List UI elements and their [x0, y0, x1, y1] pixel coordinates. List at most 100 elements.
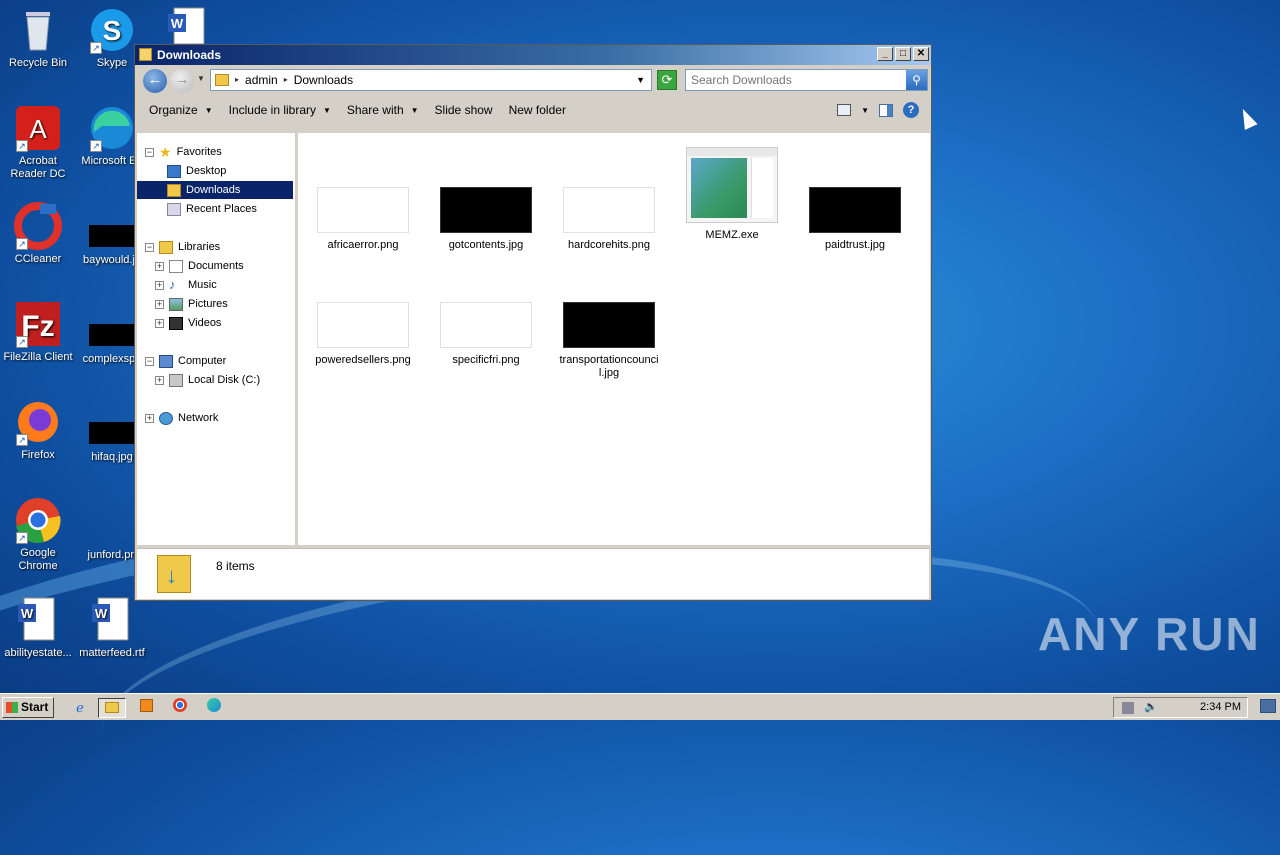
- word-document-icon: W: [88, 596, 136, 644]
- address-dropdown-icon[interactable]: ▼: [636, 70, 645, 90]
- file-item[interactable]: hardcorehits.png: [554, 187, 664, 252]
- tree-item-recent-places[interactable]: Recent Places: [167, 200, 257, 218]
- tree-item-local-disk[interactable]: + Local Disk (C:): [155, 371, 260, 389]
- breadcrumb-admin[interactable]: admin: [245, 70, 278, 90]
- image-file-icon: [89, 520, 135, 542]
- tree-item-computer[interactable]: − Computer: [145, 352, 226, 370]
- chevron-down-icon: ▼: [204, 105, 213, 115]
- file-name: hardcorehits.png: [568, 239, 650, 251]
- desktop-icon-label: Acrobat Reader DC: [10, 155, 66, 180]
- breadcrumb-downloads[interactable]: Downloads: [294, 70, 353, 90]
- collapse-icon[interactable]: −: [145, 356, 154, 366]
- new-folder-button[interactable]: New folder: [501, 103, 574, 117]
- desktop-icon-recycle-bin[interactable]: Recycle Bin: [0, 6, 76, 70]
- collapse-icon[interactable]: −: [145, 147, 154, 157]
- desktop-icon-abilityestate[interactable]: W abilityestate...: [0, 596, 76, 660]
- chrome-icon[interactable]: [166, 698, 194, 718]
- expand-icon[interactable]: +: [155, 299, 164, 309]
- preview-pane-icon[interactable]: [879, 103, 893, 117]
- tree-item-desktop[interactable]: Desktop: [167, 162, 226, 180]
- maximize-button[interactable]: □: [895, 47, 911, 61]
- file-name: transportationcouncil.jpg: [559, 354, 659, 379]
- recent-pages-dropdown-icon[interactable]: ▼: [197, 74, 205, 83]
- file-item[interactable]: africaerror.png: [308, 187, 418, 252]
- desktop-icon-label: Firefox: [21, 449, 55, 461]
- desktop-icon-acrobat[interactable]: A ↗ Acrobat Reader DC: [0, 104, 76, 181]
- search-icon[interactable]: ⚲: [906, 70, 927, 90]
- download-arrow-icon: ↓: [166, 563, 177, 588]
- tree-item-libraries[interactable]: − Libraries: [145, 238, 220, 256]
- tree-item-music[interactable]: + ♪ Music: [155, 276, 217, 294]
- window-title: Downloads: [157, 48, 222, 62]
- media-player-icon[interactable]: [132, 698, 160, 718]
- help-icon[interactable]: ?: [903, 102, 919, 118]
- tree-item-network[interactable]: + Network: [145, 409, 218, 427]
- expand-icon[interactable]: +: [155, 318, 164, 328]
- include-in-library-button[interactable]: Include in library ▼: [221, 103, 339, 117]
- file-name: africaerror.png: [327, 239, 399, 251]
- desktop-icon-filezilla[interactable]: Fz ↗ FileZilla Client: [0, 300, 76, 364]
- refresh-icon[interactable]: ⟳: [657, 70, 677, 90]
- title-bar[interactable]: Downloads _ □ ✕: [135, 45, 931, 65]
- file-item[interactable]: paidtrust.jpg: [800, 187, 910, 252]
- edge-icon[interactable]: [200, 698, 228, 718]
- desktop-icon-chrome[interactable]: ↗ Google Chrome: [0, 496, 76, 573]
- svg-text:W: W: [21, 606, 34, 621]
- file-name: poweredsellers.png: [315, 354, 411, 366]
- navigation-pane: − ★ Favorites Desktop Downloads Recent P…: [137, 133, 295, 545]
- tree-item-downloads[interactable]: Downloads: [137, 181, 293, 199]
- desktop-icon-label: Google Chrome: [18, 547, 58, 572]
- network-icon: [159, 411, 173, 425]
- desktop-icon-ccleaner[interactable]: ↗ CCleaner: [0, 202, 76, 266]
- search-input[interactable]: [686, 70, 901, 90]
- firefox-icon: ↗: [14, 398, 62, 446]
- windows-logo-icon: [6, 702, 18, 713]
- change-view-icon[interactable]: [837, 104, 852, 116]
- tree-item-videos[interactable]: + Videos: [155, 314, 221, 332]
- back-button[interactable]: ←: [143, 69, 167, 93]
- file-item[interactable]: gotcontents.jpg: [431, 187, 541, 252]
- file-item[interactable]: transportationcouncil.jpg: [559, 302, 659, 380]
- start-button[interactable]: Start: [2, 697, 54, 718]
- chevron-right-icon[interactable]: ▸: [235, 70, 239, 90]
- desktop-icon-label: junford.pn: [87, 549, 137, 561]
- expand-icon[interactable]: +: [145, 413, 154, 423]
- tree-item-documents[interactable]: + Documents: [155, 257, 244, 275]
- file-item[interactable]: specificfri.png: [431, 302, 541, 367]
- expand-icon[interactable]: +: [155, 375, 164, 385]
- desktop-icon-label: hifaq.jpg: [91, 451, 133, 463]
- search-box[interactable]: ⚲: [685, 69, 928, 91]
- expand-icon[interactable]: +: [155, 261, 164, 271]
- file-list: africaerror.png gotcontents.jpg hardcore…: [298, 133, 930, 545]
- tree-item-pictures[interactable]: + Pictures: [155, 295, 228, 313]
- organize-button[interactable]: Organize ▼: [141, 103, 221, 117]
- image-file-icon: [89, 225, 135, 247]
- desktop-icon-label: Recycle Bin: [8, 57, 68, 69]
- expand-icon[interactable]: +: [155, 280, 164, 290]
- desktop-icon-matterfeed[interactable]: W matterfeed.rtf: [74, 596, 150, 660]
- forward-button[interactable]: →: [170, 69, 194, 93]
- show-desktop-button[interactable]: [1260, 699, 1276, 713]
- share-with-button[interactable]: Share with ▼: [339, 103, 427, 117]
- slide-show-button[interactable]: Slide show: [427, 103, 501, 117]
- file-item[interactable]: MEMZ.exe: [677, 147, 787, 242]
- word-document-icon[interactable]: W: [164, 6, 210, 45]
- close-button[interactable]: ✕: [913, 47, 929, 61]
- tree-label: Downloads: [186, 184, 241, 196]
- volume-icon[interactable]: 🔈: [1144, 698, 1158, 713]
- internet-explorer-icon[interactable]: ℯ: [66, 698, 94, 718]
- explorer-window[interactable]: Downloads _ □ ✕ ← → ▼ ▸ admin ▸ Download…: [134, 44, 932, 601]
- image-file-icon: [89, 422, 135, 444]
- file-item[interactable]: poweredsellers.png: [308, 302, 418, 367]
- desktop-icon-label: matterfeed.rtf: [79, 647, 145, 659]
- file-explorer-icon[interactable]: [98, 698, 126, 718]
- view-options-dropdown-icon[interactable]: ▼: [861, 106, 869, 115]
- address-bar[interactable]: ▸ admin ▸ Downloads ▼: [210, 69, 652, 91]
- chevron-right-icon[interactable]: ▸: [284, 70, 288, 90]
- collapse-icon[interactable]: −: [145, 242, 154, 252]
- minimize-button[interactable]: _: [877, 47, 893, 61]
- clock[interactable]: 2:34 PM: [1200, 698, 1241, 717]
- desktop-icon-firefox[interactable]: ↗ Firefox: [0, 398, 76, 462]
- tree-item-favorites[interactable]: − ★ Favorites: [145, 143, 222, 161]
- network-status-icon[interactable]: [1122, 702, 1134, 714]
